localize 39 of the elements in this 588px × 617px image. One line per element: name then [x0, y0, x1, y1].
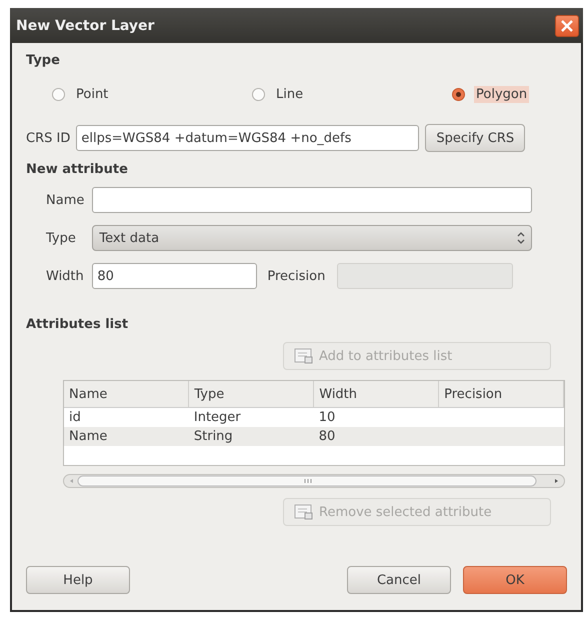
close-button[interactable] [555, 14, 579, 36]
column-header[interactable]: Width [314, 381, 439, 408]
table-cell: Name [64, 427, 189, 446]
type-dropdown[interactable]: Text data [92, 225, 532, 251]
window-title: New Vector Layer [16, 18, 154, 34]
radio-label[interactable]: Line [274, 86, 306, 102]
specify-crs-button[interactable]: Specify CRS [425, 124, 526, 152]
spinner-arrows-icon [517, 232, 526, 244]
column-header[interactable]: Type [188, 381, 314, 408]
field-label: Precision [267, 268, 326, 284]
section-heading: New attribute [26, 162, 129, 177]
column-header[interactable]: Name [64, 381, 189, 408]
table-cell: 10 [314, 408, 439, 427]
radio-button[interactable] [452, 88, 465, 100]
dialog-button[interactable]: OK [463, 566, 567, 594]
radio-button[interactable] [52, 88, 65, 100]
field-label: Type [46, 230, 77, 246]
radio-button[interactable] [252, 88, 265, 100]
name-field[interactable] [92, 187, 532, 213]
table-cell: 80 [314, 427, 439, 446]
list-icon [294, 348, 314, 364]
crs-field[interactable]: ellps=WGS84 +datum=WGS84 +no_defs [76, 125, 420, 151]
radio-label[interactable]: Polygon [474, 86, 530, 102]
table-cell: Integer [188, 408, 314, 427]
field-label: Name [46, 192, 84, 208]
horizontal-scrollbar[interactable] [63, 474, 565, 488]
close-icon [561, 20, 573, 32]
dialog-button[interactable]: Help [26, 566, 130, 594]
field-label: CRS ID [26, 130, 70, 146]
section-heading: Attributes list [26, 317, 130, 332]
table-cell: String [188, 427, 314, 446]
radio-label[interactable]: Point [74, 86, 110, 102]
field-label: Width [46, 268, 84, 284]
section-heading: Type [26, 53, 61, 68]
table-cell: id [64, 408, 189, 427]
dialog-button[interactable]: Cancel [347, 566, 451, 594]
list-icon [294, 504, 314, 520]
column-header[interactable]: Precision [438, 381, 564, 408]
width-field[interactable]: 80 [92, 263, 258, 289]
